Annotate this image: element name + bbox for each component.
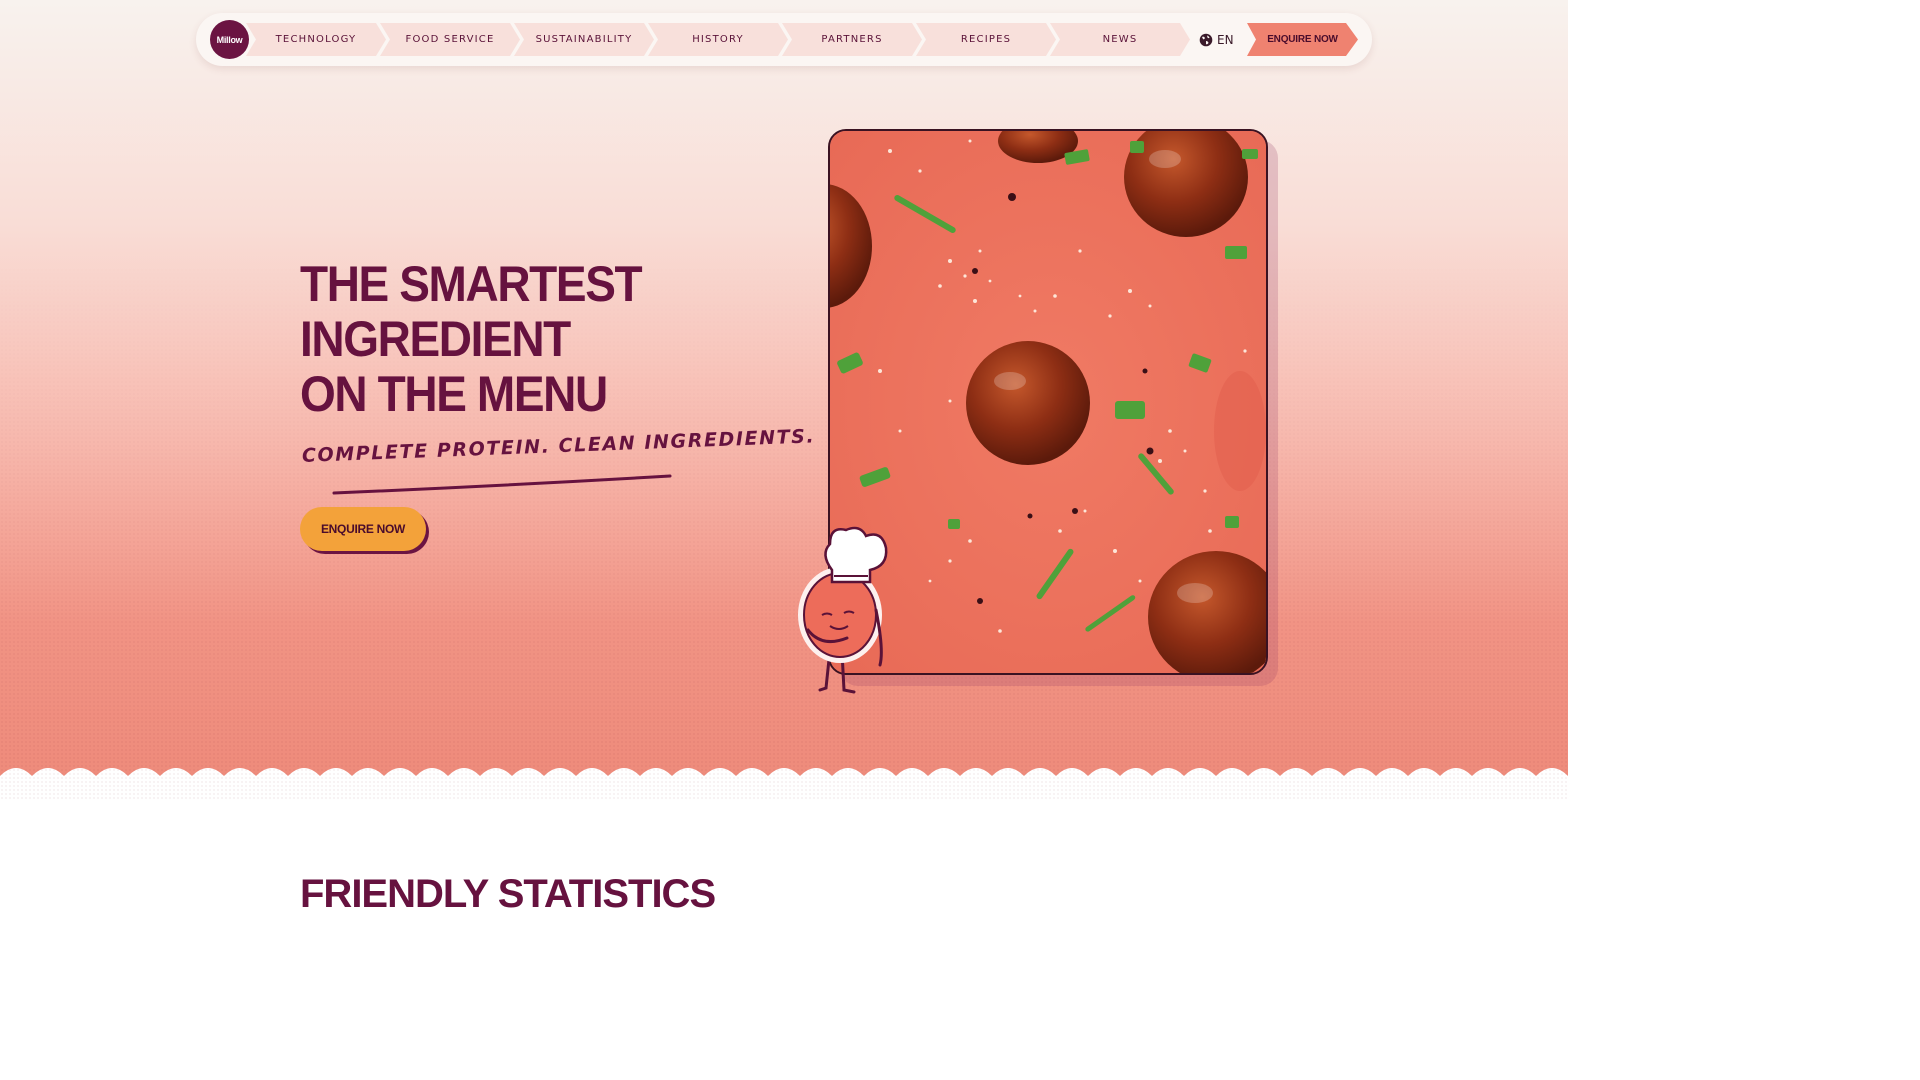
tagline-underline <box>332 474 672 495</box>
nav-item-food-service[interactable]: FOOD SERVICE <box>380 23 520 56</box>
brand-logo[interactable]: Millow <box>210 20 249 59</box>
next-section-title: FRIENDLY STATISTICS <box>300 872 716 916</box>
language-label: EN <box>1217 33 1234 47</box>
headline-line-3: ON THE MENU <box>300 366 608 422</box>
top-nav: Millow TECHNOLOGY FOOD SERVICE SUSTAINAB… <box>196 13 1372 66</box>
hero-enquire-button[interactable]: ENQUIRE NOW <box>300 507 426 551</box>
headline-line-1: THE SMARTEST <box>300 256 643 312</box>
headline-line-2: INGREDIENT <box>300 311 571 367</box>
chef-mascot <box>798 526 888 694</box>
nav-item-sustainability[interactable]: SUSTAINABILITY <box>514 23 654 56</box>
language-selector[interactable]: EN <box>1199 30 1234 50</box>
nav-item-recipes[interactable]: RECIPES <box>916 23 1056 56</box>
hero-section <box>0 0 1568 800</box>
nav-item-history[interactable]: HISTORY <box>648 23 788 56</box>
nav-item-news[interactable]: NEWS <box>1050 23 1190 56</box>
nav-enquire-button[interactable]: ENQUIRE NOW <box>1247 23 1358 56</box>
nav-item-partners[interactable]: PARTNERS <box>782 23 922 56</box>
hero-headline: THE SMARTEST INGREDIENT ON THE MENU <box>300 257 742 422</box>
wave-divider <box>0 768 1568 800</box>
logo-text: Millow <box>216 34 243 45</box>
globe-icon <box>1199 33 1213 47</box>
nav-item-technology[interactable]: TECHNOLOGY <box>246 23 386 56</box>
